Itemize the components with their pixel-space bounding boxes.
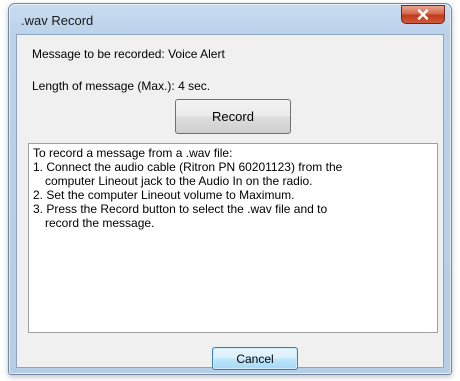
length-label: Length of message (Max.): 4 sec. [32, 79, 211, 93]
dialog-client-area: Message to be recorded: Voice Alert Leng… [16, 34, 444, 370]
window-title: .wav Record [21, 13, 94, 28]
instruction-step-1: 1. Connect the audio cable (Ritron PN 60… [33, 160, 343, 174]
instruction-step-2: 2. Set the computer Lineout volume to Ma… [33, 188, 295, 202]
title-bar[interactable]: .wav Record [9, 4, 451, 34]
instructions-box: To record a message from a .wav file: 1.… [28, 143, 438, 333]
dialog-window: .wav Record Message to be recorded: Voic… [8, 3, 452, 375]
close-x-icon [417, 9, 429, 20]
message-label: Message to be recorded: Voice Alert [32, 47, 225, 61]
instruction-heading: To record a message from a .wav file: [33, 146, 233, 160]
instruction-step-1-cont: computer Lineout jack to the Audio In on… [45, 174, 313, 188]
instruction-step-3: 3. Press the Record button to select the… [33, 202, 328, 216]
close-button[interactable] [401, 5, 445, 24]
cancel-button[interactable]: Cancel [212, 347, 298, 370]
instruction-step-3-cont: record the message. [45, 216, 155, 230]
record-button[interactable]: Record [175, 99, 291, 134]
